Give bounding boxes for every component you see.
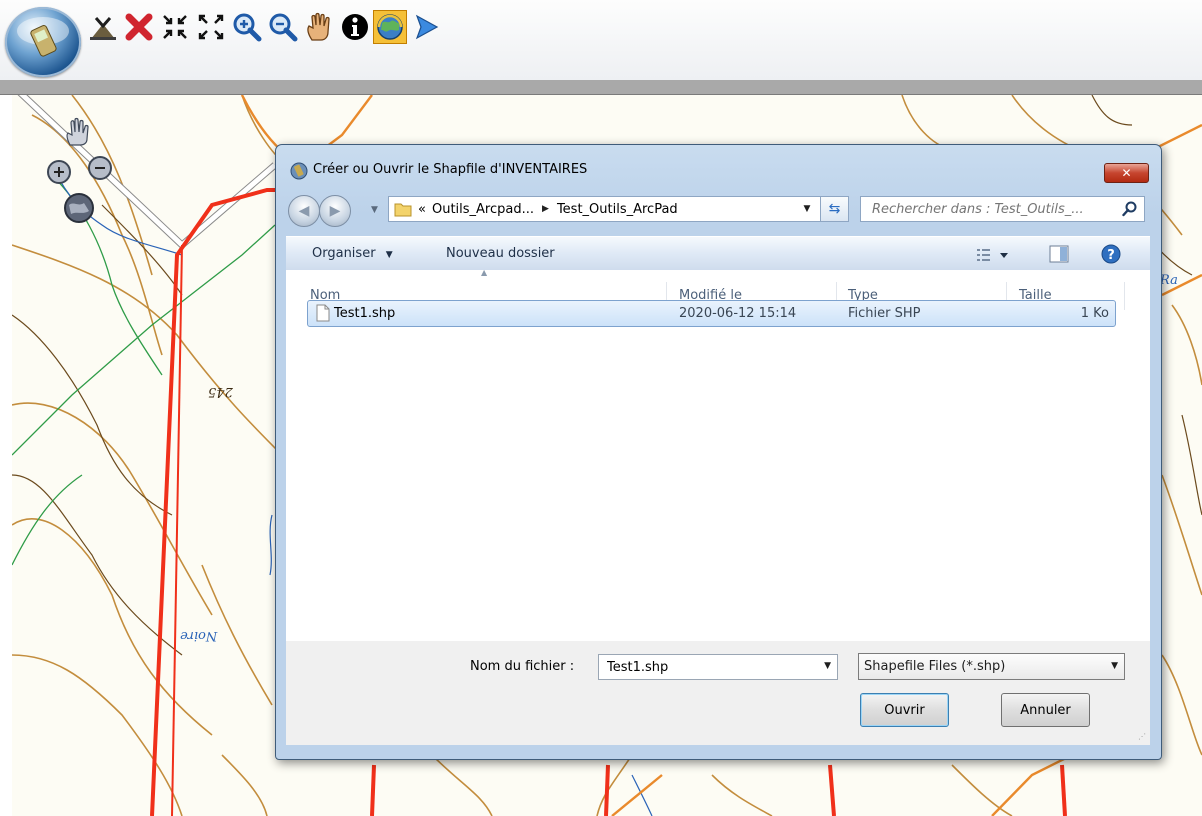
map-layers-icon[interactable] (86, 10, 120, 44)
back-button[interactable]: ◀ (288, 195, 320, 227)
folder-icon (394, 203, 412, 217)
svg-text:?: ? (1107, 248, 1115, 263)
filetype-select[interactable]: Shapefile Files (*.shp) ▼ (858, 653, 1125, 680)
forward-button[interactable]: ▶ (319, 195, 351, 227)
chevron-down-icon: ▼ (1111, 661, 1118, 671)
breadcrumb-item-test-outils-arcpad[interactable]: Test_Outils_ArcPad (557, 202, 678, 217)
command-bar: Organiser ▼ Nouveau dossier ? (286, 236, 1150, 271)
map-nav-widget (42, 115, 122, 235)
filename-label: Nom du fichier : (470, 659, 575, 674)
history-dropdown-icon[interactable]: ▼ (371, 205, 378, 215)
preview-pane-icon[interactable] (1049, 245, 1069, 263)
arcpad-app-icon (290, 162, 308, 180)
search-input[interactable] (870, 200, 1119, 218)
nav-pan-icon (66, 117, 89, 146)
view-options-icon[interactable] (976, 247, 1010, 263)
column-divider[interactable] (1124, 282, 1125, 310)
sort-indicator-icon: ▲ (481, 268, 488, 277)
pan-hand-icon[interactable] (302, 10, 336, 44)
toolbar (0, 0, 1202, 80)
file-modified: 2020-06-12 15:14 (679, 306, 797, 321)
toolbar-separator (0, 80, 1202, 95)
chevron-down-icon: ▼ (385, 250, 393, 260)
zoom-in-icon[interactable] (230, 10, 264, 44)
filetype-value: Shapefile Files (*.shp) (864, 659, 1006, 674)
breadcrumb-item-outils-arcpad[interactable]: Outils_Arcpad... (432, 202, 534, 217)
help-icon[interactable]: ? (1101, 244, 1121, 264)
filename-field[interactable]: ▼ (598, 654, 838, 680)
search-icon[interactable] (1122, 201, 1138, 217)
organize-button[interactable]: Organiser ▼ (312, 246, 393, 261)
pointer-arrow-icon[interactable] (409, 10, 443, 44)
zoom-out-arrows-icon[interactable] (194, 10, 228, 44)
app-orb-icon[interactable] (5, 7, 81, 77)
zoom-out-icon[interactable] (266, 10, 300, 44)
file-name: Test1.shp (334, 306, 396, 321)
find-globe-icon[interactable] (373, 10, 407, 44)
dialog-footer: Nom du fichier : ▼ Shapefile Files (*.sh… (286, 641, 1150, 745)
breadcrumb-prefix[interactable]: « (418, 202, 426, 217)
dialog-title: Créer ou Ouvrir le Shapfile d'INVENTAIRE… (313, 162, 588, 177)
breadcrumb-chevron-icon[interactable]: ▶ (542, 204, 549, 214)
map-label-place: Noire (180, 628, 218, 643)
map-label-elevation: 245 (208, 384, 233, 399)
delete-x-icon[interactable] (122, 10, 156, 44)
cancel-button[interactable]: Annuler (1001, 693, 1090, 727)
file-list-pane[interactable]: ▲ Nom Modifié le Type Taille Test1.shp 2… (286, 268, 1150, 641)
filename-input[interactable] (605, 659, 819, 676)
filename-dropdown-icon[interactable]: ▼ (824, 661, 831, 671)
file-type: Fichier SHP (848, 306, 921, 321)
refresh-icon[interactable]: ⇆ (820, 196, 849, 222)
close-button[interactable]: ✕ (1104, 163, 1149, 183)
file-icon (316, 304, 330, 322)
address-bar[interactable]: « Outils_Arcpad... ▶ Test_Outils_ArcPad … (388, 196, 849, 222)
resize-grip-icon[interactable]: ⋰ (1138, 732, 1146, 741)
table-row[interactable]: Test1.shp 2020-06-12 15:14 Fichier SHP 1… (307, 300, 1116, 327)
file-size: 1 Ko (1080, 306, 1109, 321)
search-box[interactable] (860, 196, 1145, 222)
new-folder-button[interactable]: Nouveau dossier (446, 246, 555, 261)
info-icon[interactable] (338, 10, 372, 44)
back-arrow-icon: ◀ (298, 203, 310, 219)
open-button[interactable]: Ouvrir (860, 693, 949, 727)
forward-arrow-icon: ▶ (329, 203, 341, 219)
organize-label: Organiser (312, 246, 376, 261)
map-label-partial: Ra (1160, 273, 1178, 288)
shapefile-dialog: Créer ou Ouvrir le Shapfile d'INVENTAIRE… (275, 144, 1162, 760)
address-dropdown-icon[interactable]: ▼ (794, 204, 819, 214)
zoom-in-arrows-icon[interactable] (158, 10, 192, 44)
